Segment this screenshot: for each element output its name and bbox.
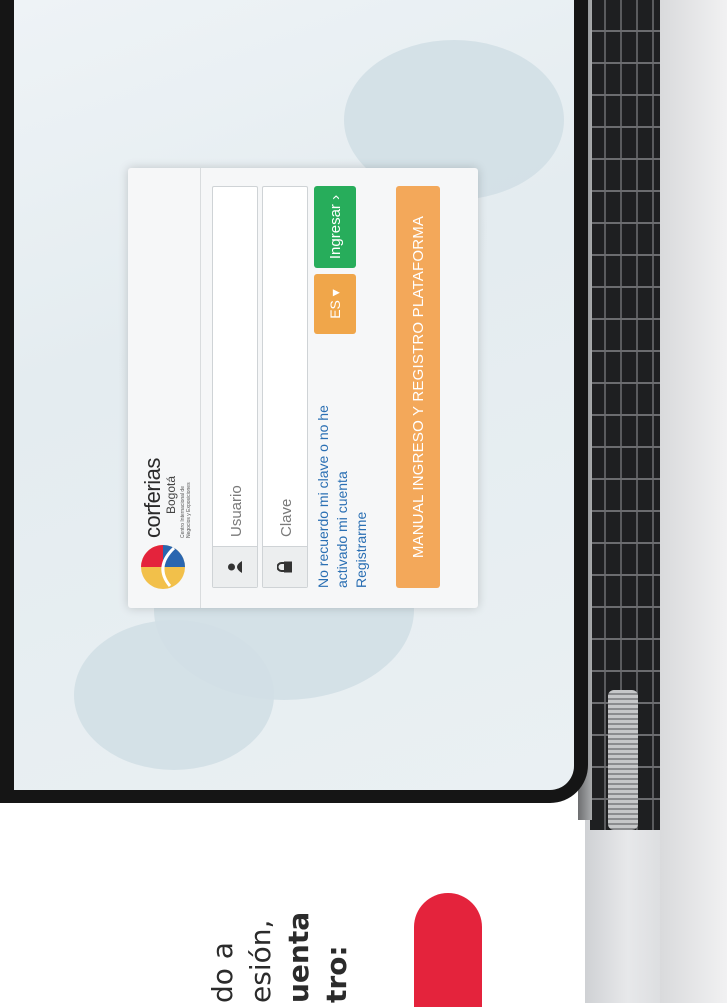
user-icon [213, 546, 257, 587]
caption-text: do a esión, uenta tro: [204, 912, 356, 1003]
login-card: corferias Bogotá Centro Internacional de… [128, 168, 478, 608]
caption-line: esión, [244, 919, 277, 1003]
corferias-logo [141, 545, 185, 589]
screen-display: corferias Bogotá Centro Internacional de… [14, 0, 574, 790]
username-input[interactable] [213, 195, 259, 539]
password-field[interactable] [262, 186, 309, 588]
caption-line: tro: [320, 945, 353, 1003]
brand-name: corferias [140, 458, 165, 538]
laptop-speaker [608, 690, 638, 830]
lock-icon [263, 546, 307, 587]
caption-line: uenta [282, 911, 315, 1003]
manual-button[interactable]: MANUAL INGRESO Y REGISTRO PLATAFORMA [396, 186, 440, 588]
login-card-header: corferias Bogotá Centro Internacional de… [128, 168, 201, 608]
map-continent [74, 620, 274, 770]
password-input[interactable] [263, 195, 309, 539]
brand-tagline: Centro Internacional de Negocios y Expos… [180, 482, 192, 538]
login-button[interactable]: Ingresar › [314, 186, 356, 268]
brand-block: corferias Bogotá Centro Internacional de… [140, 458, 192, 538]
brand-city: Bogotá [164, 475, 178, 514]
language-button[interactable]: ES ▾ [314, 274, 356, 334]
laptop-palmrest [660, 0, 727, 1003]
username-field[interactable] [212, 186, 259, 588]
register-link[interactable]: Registrarme [352, 358, 371, 588]
forgot-password-link[interactable]: No recuerdo mi clave o no he activado mi… [314, 358, 352, 588]
laptop-screen-frame: corferias Bogotá Centro Internacional de… [0, 0, 588, 803]
help-links: No recuerdo mi clave o no he activado mi… [314, 358, 371, 588]
caption-line: do a [206, 942, 239, 1003]
login-panel-rotated: corferias Bogotá Centro Internacional de… [128, 168, 478, 608]
red-decoration [414, 893, 482, 1007]
